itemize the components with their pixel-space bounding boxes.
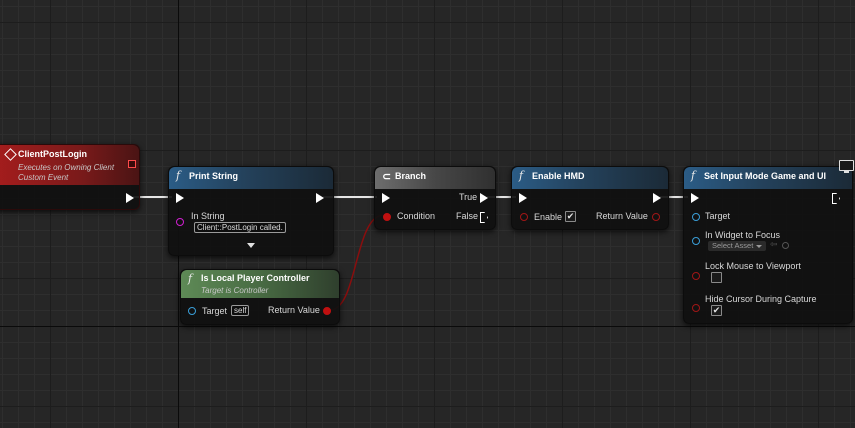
condition-pin[interactable] bbox=[383, 213, 391, 221]
in-string-value-field[interactable]: Client::PostLogin called. bbox=[194, 222, 286, 233]
enable-pin[interactable] bbox=[520, 213, 528, 221]
lock-mouse-checkbox[interactable] bbox=[711, 272, 722, 283]
function-icon: f bbox=[188, 272, 193, 285]
exec-out-pin[interactable] bbox=[316, 193, 324, 203]
target-self-field[interactable]: self bbox=[231, 305, 250, 316]
function-node-enable-hmd[interactable]: f Enable HMD Enable ✔ Return Value bbox=[511, 166, 669, 230]
event-diamond-icon bbox=[4, 148, 17, 161]
exec-out-pin[interactable] bbox=[832, 193, 840, 204]
print-string-title: Print String bbox=[189, 171, 238, 181]
exec-in-pin[interactable] bbox=[176, 193, 184, 203]
event-title: ClientPostLogin bbox=[18, 149, 87, 159]
target-pin[interactable] bbox=[692, 213, 700, 221]
enable-hmd-title: Enable HMD bbox=[532, 171, 585, 181]
widget-to-focus-label: In Widget to Focus bbox=[705, 230, 781, 240]
enable-checkbox[interactable]: ✔ bbox=[565, 211, 576, 222]
lock-mouse-pin[interactable] bbox=[692, 272, 700, 280]
function-icon: f bbox=[176, 169, 181, 182]
use-selected-asset-arrow-icon[interactable]: ⇦ bbox=[770, 239, 778, 250]
event-node-header: ClientPostLogin Executes on Owning Clien… bbox=[0, 145, 139, 185]
widget-to-focus-pin[interactable] bbox=[692, 237, 700, 245]
set-input-mode-title: Set Input Mode Game and UI bbox=[704, 171, 827, 181]
function-icon: f bbox=[691, 169, 696, 182]
hide-cursor-pin[interactable] bbox=[692, 304, 700, 312]
target-label: Target bbox=[705, 211, 731, 221]
select-asset-value: Select Asset bbox=[712, 241, 754, 250]
expand-arrow-icon[interactable] bbox=[247, 243, 255, 248]
is-local-title: Is Local Player Controller bbox=[201, 273, 310, 283]
function-icon: f bbox=[519, 169, 524, 182]
print-string-header: f Print String bbox=[169, 167, 333, 189]
false-label: False bbox=[456, 211, 479, 221]
event-node-client-post-login[interactable]: ClientPostLogin Executes on Owning Clien… bbox=[0, 144, 140, 210]
event-subtitle-custom-event: Custom Event bbox=[18, 173, 69, 182]
chevron-down-icon bbox=[756, 245, 762, 248]
exec-in-pin[interactable] bbox=[382, 193, 390, 203]
target-pin[interactable] bbox=[188, 307, 196, 315]
branch-node[interactable]: ⊂ Branch True Condition False bbox=[374, 166, 496, 230]
condition-label: Condition bbox=[397, 211, 436, 221]
hide-cursor-label: Hide Cursor During Capture bbox=[705, 294, 817, 304]
browse-asset-search-icon[interactable] bbox=[782, 242, 789, 249]
false-exec-pin[interactable] bbox=[480, 212, 488, 223]
pure-node-is-local-player-controller[interactable]: f Is Local Player Controller Target is C… bbox=[180, 269, 340, 325]
client-only-monitor-icon bbox=[839, 160, 854, 173]
replication-icon bbox=[128, 160, 136, 168]
is-local-header: f Is Local Player Controller Target is C… bbox=[181, 270, 339, 298]
event-subtitle-owning-client: Executes on Owning Client bbox=[18, 163, 115, 172]
in-string-pin[interactable] bbox=[176, 218, 184, 226]
enable-hmd-header: f Enable HMD bbox=[512, 167, 668, 189]
exec-out-pin[interactable] bbox=[126, 193, 134, 203]
return-value-pin[interactable] bbox=[652, 213, 660, 221]
branch-header: ⊂ Branch bbox=[375, 167, 495, 189]
branch-icon: ⊂ bbox=[382, 171, 392, 183]
exec-in-pin[interactable] bbox=[691, 193, 699, 203]
branch-title: Branch bbox=[395, 171, 427, 181]
lock-mouse-label: Lock Mouse to Viewport bbox=[705, 261, 801, 271]
exec-out-pin[interactable] bbox=[653, 193, 661, 203]
exec-in-pin[interactable] bbox=[519, 193, 527, 203]
return-value-pin[interactable] bbox=[323, 307, 331, 315]
true-label: True bbox=[459, 192, 478, 202]
target-label: Target bbox=[202, 306, 228, 316]
is-local-subtitle: Target is Controller bbox=[201, 286, 269, 295]
select-asset-dropdown[interactable]: Select Asset bbox=[708, 241, 766, 251]
function-node-set-input-mode-game-and-ui[interactable]: f Set Input Mode Game and UI Target In W… bbox=[683, 166, 853, 324]
return-value-label: Return Value bbox=[268, 305, 320, 315]
in-string-label: In String bbox=[191, 211, 225, 221]
return-value-label: Return Value bbox=[596, 211, 648, 221]
hide-cursor-checkbox[interactable]: ✔ bbox=[711, 305, 722, 316]
set-input-mode-header: f Set Input Mode Game and UI bbox=[684, 167, 852, 189]
function-node-print-string[interactable]: f Print String In String Client::PostLog… bbox=[168, 166, 334, 256]
true-exec-pin[interactable] bbox=[480, 193, 488, 203]
enable-label: Enable bbox=[534, 212, 563, 222]
